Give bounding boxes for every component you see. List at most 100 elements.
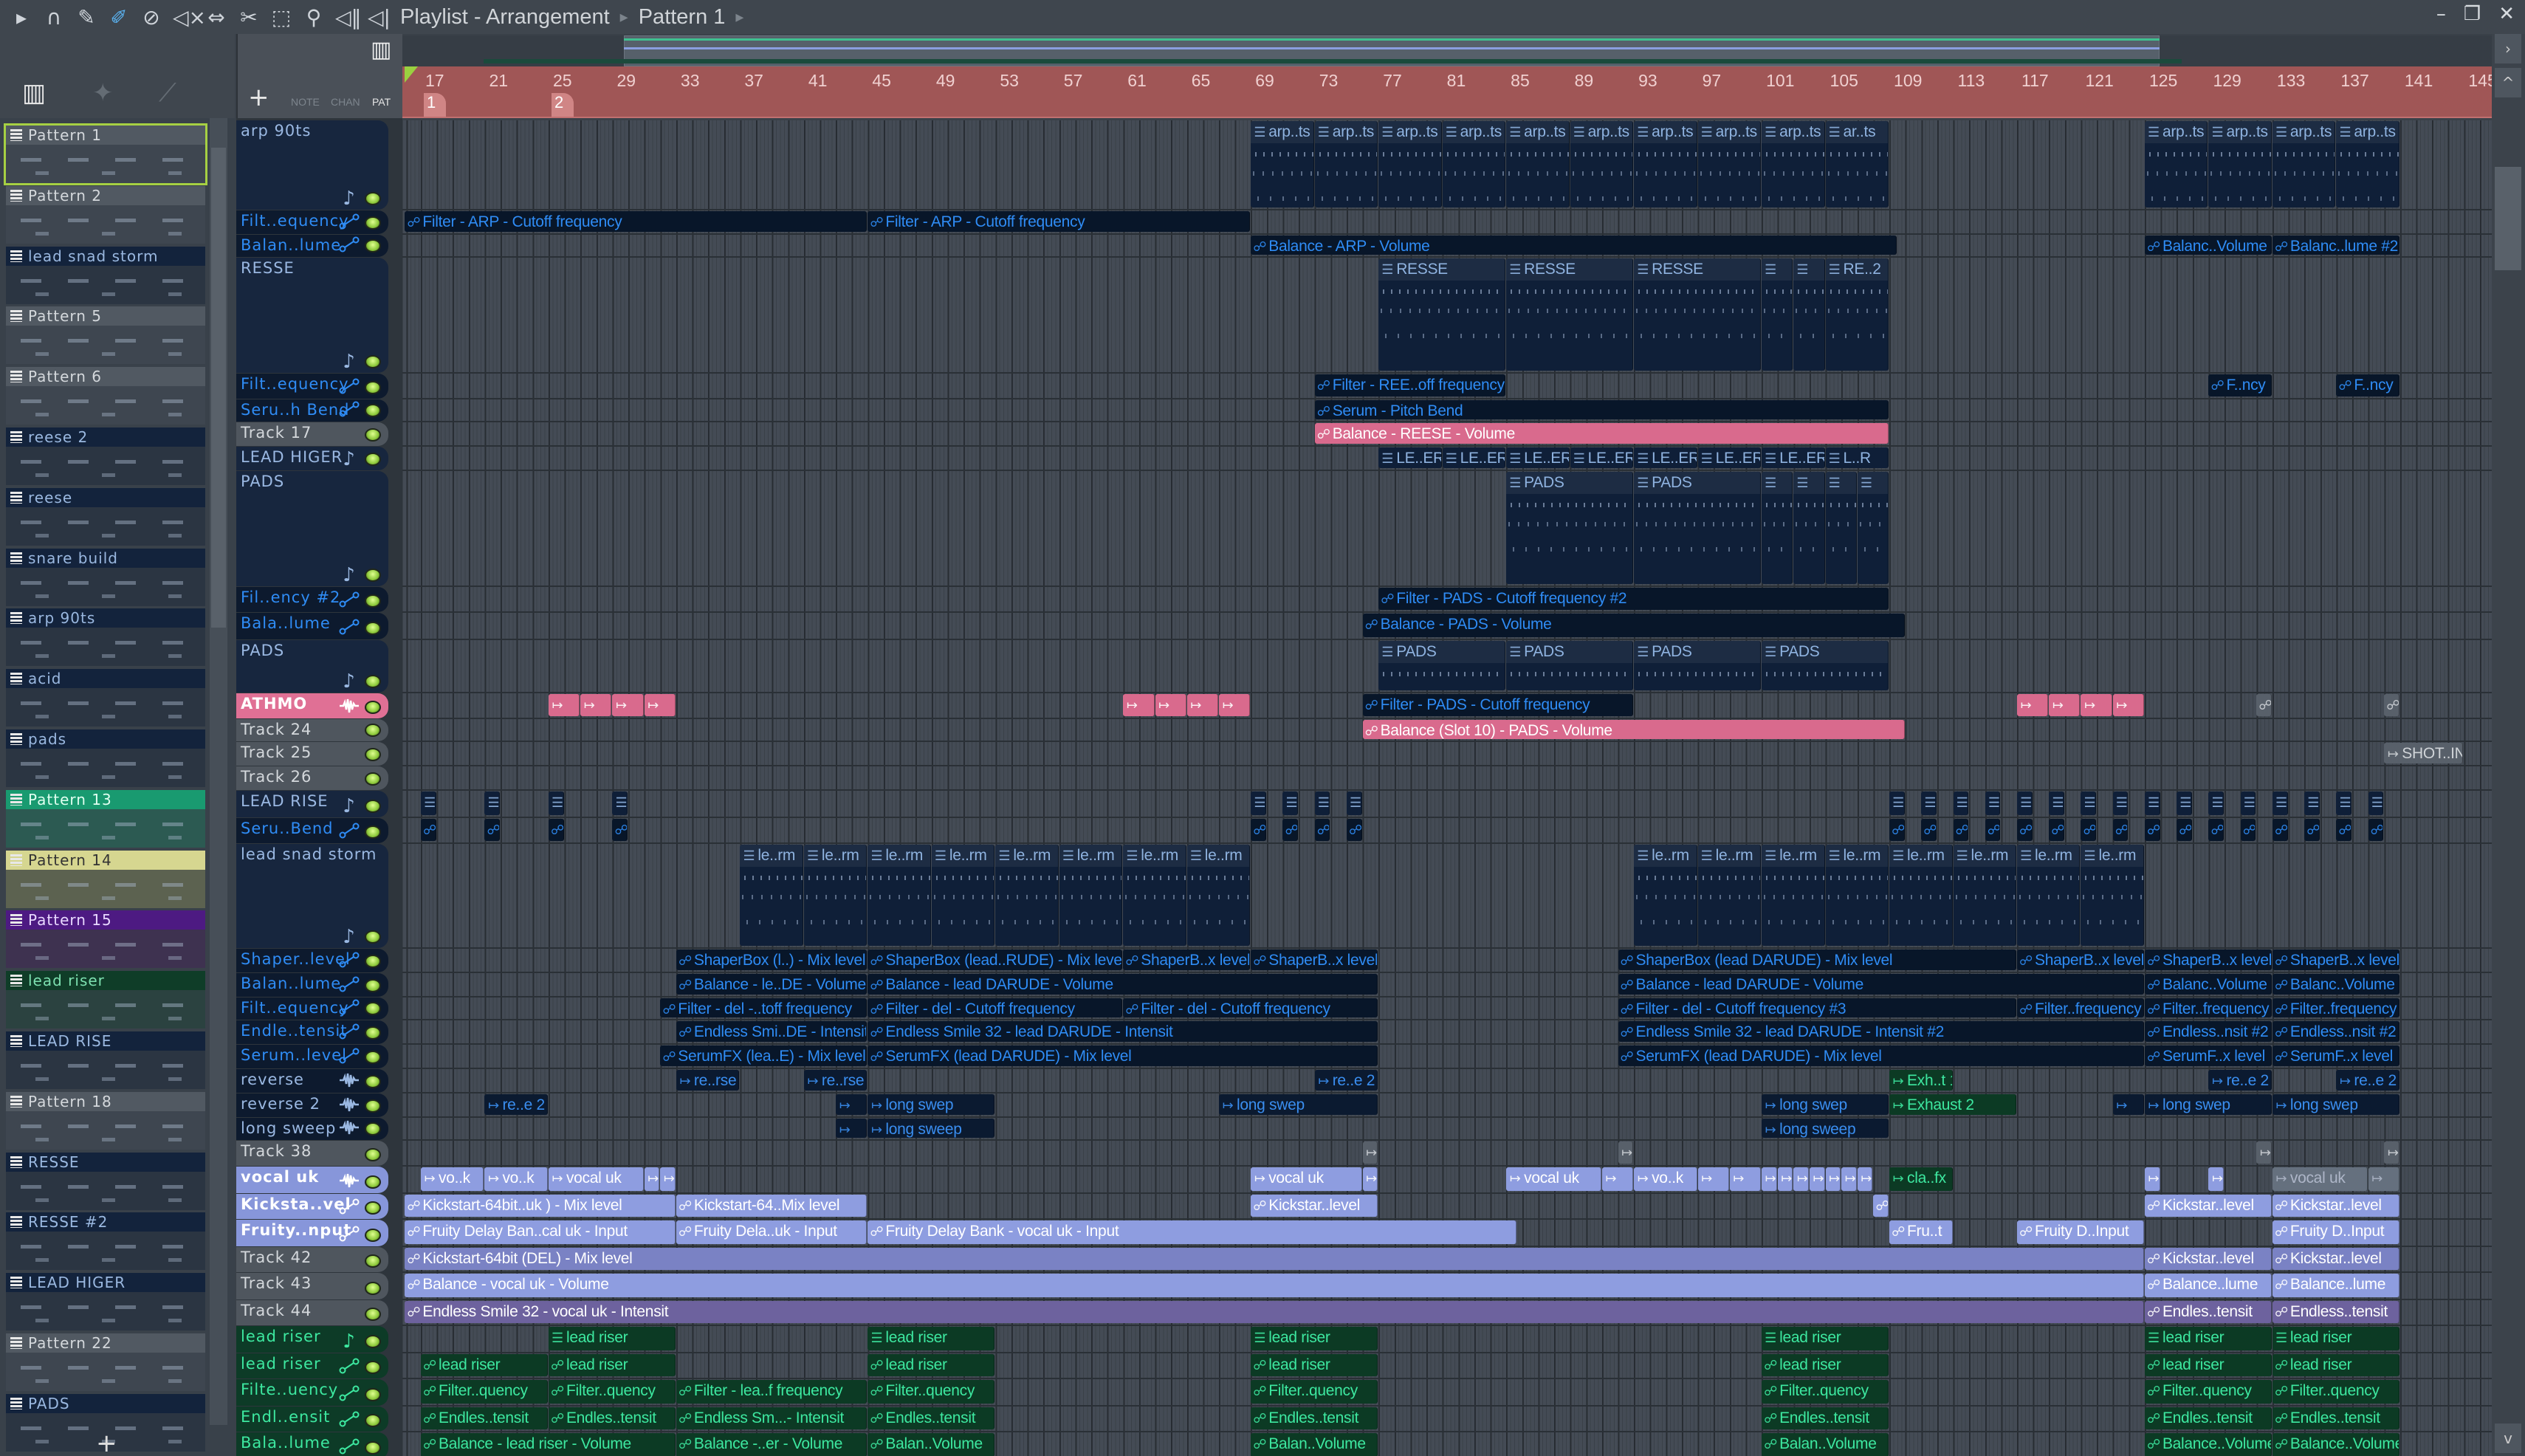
track-enable-led[interactable] [365, 239, 381, 253]
automation-clip[interactable]: ☍ [612, 819, 628, 841]
track-header[interactable]: lead riser ♪ [236, 1326, 388, 1353]
track-header[interactable]: Fil..ency #2 [236, 587, 388, 612]
pattern-clip[interactable]: ☰ LE..ER [1634, 447, 1697, 468]
track-enable-led[interactable] [365, 748, 381, 761]
automation-clip[interactable]: ☍ [1889, 819, 1905, 841]
track-enable-led[interactable] [365, 1308, 381, 1321]
track-lane[interactable]: ☍ Filter - del -..toff frequency ☍ Filter -… [402, 997, 2492, 1020]
playhead-marker[interactable] [405, 66, 418, 83]
track-header[interactable]: Shaper..level [236, 949, 388, 972]
track-header[interactable]: Track 38 [236, 1141, 388, 1166]
snap-magnet-icon[interactable]: ∩ [43, 5, 65, 30]
automation-clip[interactable]: ☍ [2208, 819, 2225, 841]
pattern-item[interactable]: snare build [6, 548, 205, 606]
picker-scrollbar[interactable] [210, 118, 227, 1425]
track-header[interactable]: LEAD HIGER ♪ [236, 447, 388, 470]
track-enable-led[interactable] [365, 1026, 381, 1040]
automation-clip[interactable]: ☍ Kickstart-64..Mix level [676, 1195, 868, 1217]
automation-clip[interactable]: ☍ Balanc..lume #2 [2272, 236, 2399, 255]
automation-clip[interactable]: ☍ lead riser [421, 1354, 548, 1376]
automation-clip[interactable]: ☍ Balance..Volume [2272, 1433, 2399, 1456]
track-header[interactable]: Balan..lume [236, 235, 388, 257]
speaker-icon[interactable]: ◁| [368, 5, 391, 30]
pattern-marker[interactable]: 1 [424, 93, 446, 117]
overview-strip[interactable] [402, 35, 2492, 66]
audio-clip[interactable]: ↦ re..rse [676, 1070, 740, 1091]
pattern-clip[interactable]: ☰ [1251, 791, 1266, 815]
pattern-clip[interactable]: ☰ PADS [1634, 472, 1762, 584]
track-lane[interactable]: ☍ Filter - REE..off frequency ☍ F..ncy ☍ F..n… [402, 374, 2492, 399]
automation-clip[interactable]: ☍ [2144, 819, 2160, 841]
automation-clip[interactable]: ☍ lead riser [2144, 1354, 2272, 1376]
pattern-clip[interactable]: ☰ le..rm [2017, 845, 2081, 946]
pattern-clip[interactable]: ☰ [2208, 791, 2225, 815]
pattern-clip[interactable]: ☰ LE..ER [1762, 447, 1825, 468]
automation-clip[interactable]: ☍ SerumFX (lea..E) - Mix level [660, 1045, 868, 1066]
audio-clip[interactable]: ↦ vo..k [421, 1167, 484, 1191]
automation-clip[interactable]: ☍ [1346, 819, 1362, 841]
pattern-clip[interactable]: ☰ PADS [1762, 641, 1889, 690]
automation-clip[interactable]: ☍ Filter - del -..toff frequency [660, 998, 868, 1017]
automation-clip[interactable]: ☍ [1251, 819, 1266, 841]
automation-clip[interactable]: ☍ Balanc..Volume [2144, 236, 2272, 255]
audio-clip[interactable]: ↦ re..e 2 [484, 1094, 548, 1115]
automation-clip[interactable]: ☍ Fru..t [1889, 1220, 1953, 1244]
track-lane[interactable]: ☰ RESSE ☰ RESSE ☰ RESSE ☰ ☰ ☰ RE..2 [402, 258, 2492, 374]
pattern-clip[interactable]: ☰ PADS [1506, 472, 1634, 584]
track-enable-led[interactable] [365, 1201, 381, 1215]
pattern-clip[interactable]: ☰ [2081, 791, 2097, 815]
track-enable-led[interactable] [365, 979, 381, 992]
track-lane[interactable]: ☍ Balance (Slot 10) - PADS - Volume [402, 719, 2492, 742]
automation-clip[interactable]: ☍ Balance - vocal uk - Volume [405, 1274, 2144, 1297]
automation-clip[interactable]: ☍ [2240, 819, 2256, 841]
automation-clip[interactable]: ☍ [2177, 819, 2192, 841]
track-lane[interactable]: ☍ Balance - le..DE - Volume ☍ Balance - lea… [402, 973, 2492, 997]
automation-clip[interactable]: ☍ Filter..frequency [2144, 998, 2272, 1017]
audio-clip[interactable]: ↦ re..e 2 [1314, 1070, 1378, 1091]
audio-clip[interactable]: ↦ [2368, 1167, 2399, 1191]
pattern-clip[interactable]: ☰ le..rm [1889, 845, 1953, 946]
automation-clip[interactable]: ☍ Balanc..Volume [2272, 974, 2399, 995]
automation-clip[interactable]: ☍ SerumFX (lead DARUDE) - Mix level [868, 1045, 1378, 1066]
track-enable-led[interactable] [365, 1122, 381, 1136]
track-lane[interactable]: ☍ lead riser ☍ lead riser ☍ lead riser ☍ lead r… [402, 1353, 2492, 1379]
track-enable-led[interactable] [365, 1414, 381, 1427]
track-lane[interactable]: ☍ Kickstart-64bit..uk ) - Mix level ☍ Kicks… [402, 1194, 2492, 1220]
automation-clip[interactable]: ☍ Filter..quency [1762, 1380, 1889, 1404]
automation-clip[interactable]: ☍ Balanc..Volume [2144, 974, 2272, 995]
pattern-clip[interactable]: ☰ arp..ts [2336, 121, 2399, 207]
pattern-clip[interactable]: ☰ arp..ts [1762, 121, 1825, 207]
pattern-clip[interactable]: ☰ le..rm [1123, 845, 1186, 946]
scrollbar-thumb[interactable] [211, 148, 226, 628]
pattern-clip[interactable]: ☰ RESSE [1506, 258, 1634, 371]
close-icon[interactable]: ✕ [2498, 3, 2515, 25]
pattern-clip[interactable]: ☰ le..rm [868, 845, 931, 946]
automation-clip[interactable]: ☍ Balance - lead DARUDE - Volume [1618, 974, 2144, 995]
automation-clip[interactable]: ☍ SerumFX (lead DARUDE) - Mix level [1618, 1045, 2144, 1066]
pattern-clip[interactable]: ☰ RESSE [1378, 258, 1506, 371]
automation-clip[interactable]: ☍ [1314, 819, 1330, 841]
automation-clip[interactable]: ☍ SerumF..x level [2272, 1045, 2399, 1066]
automation-clip[interactable]: ☍ lead riser [2272, 1354, 2399, 1376]
audio-clip[interactable]: ↦ [836, 1094, 868, 1115]
audio-clip[interactable]: ↦ long sweep [1762, 1119, 1889, 1138]
track-header[interactable]: Seru..h Bend [236, 399, 388, 422]
add-pattern-button[interactable]: + [96, 1429, 117, 1456]
audio-clip[interactable]: ↦ [2081, 694, 2112, 716]
audio-clip[interactable]: ↦ vocal uk [2272, 1167, 2368, 1191]
mode-chan[interactable]: CHAN [331, 96, 360, 108]
pattern-clip[interactable]: ☰ [1985, 791, 2001, 815]
track-lane[interactable]: ☍ Serum - Pitch Bend [402, 399, 2492, 422]
pattern-clip[interactable]: ☰ lead riser [868, 1327, 995, 1350]
restore-icon[interactable]: ❐ [2464, 3, 2481, 25]
pattern-clip[interactable]: ☰ arp..ts [1697, 121, 1762, 207]
automation-clip[interactable]: ☍ lead riser [548, 1354, 676, 1376]
audio-clip[interactable]: ↦Exh..t 1 [1889, 1070, 1953, 1091]
pattern-clip[interactable]: ☰ le..rm [1953, 845, 2016, 946]
automation-clip[interactable]: ☍ Balance - PADS - Volume [1362, 614, 1905, 637]
track-enable-led[interactable] [365, 404, 381, 417]
track-lane[interactable]: ↦ ↦ ↦ ↦ [402, 1141, 2492, 1167]
pattern-clip[interactable]: ☰ [2304, 791, 2320, 815]
audio-clip[interactable]: ↦ [2144, 1167, 2160, 1191]
track-enable-led[interactable] [365, 825, 381, 839]
